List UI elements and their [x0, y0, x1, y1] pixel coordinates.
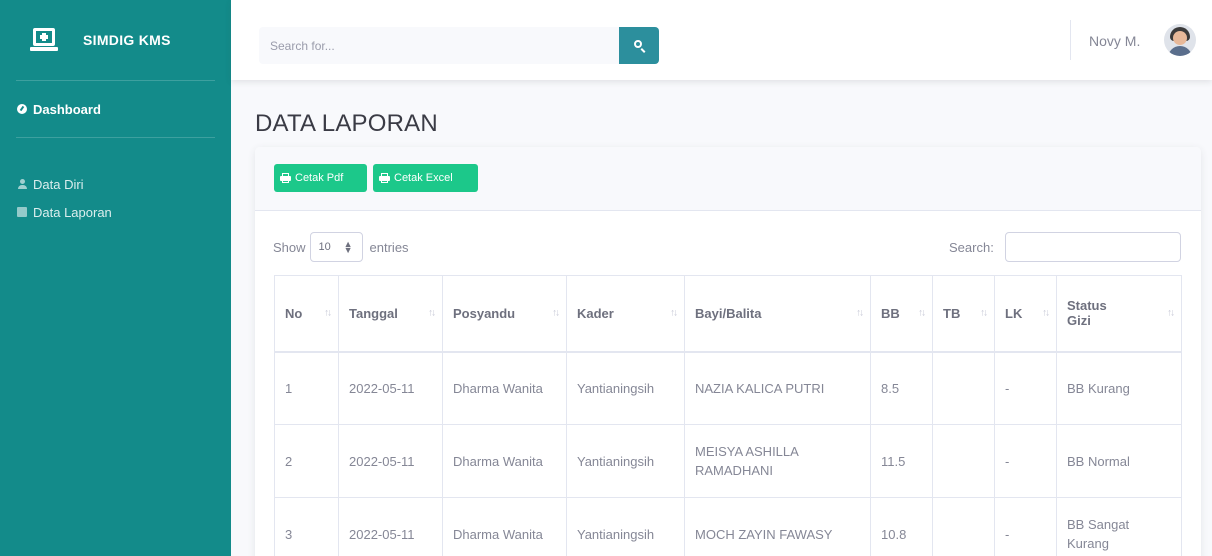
sidebar-item-dashboard[interactable]: Dashboard — [0, 81, 231, 137]
cell-no: 2 — [274, 424, 339, 498]
cell-bb: 8.5 — [870, 351, 933, 425]
cell-tb — [932, 497, 995, 556]
user-name[interactable]: Novy M. — [1089, 33, 1140, 49]
cell-lk: - — [994, 351, 1057, 425]
cell-bayi-balita: MOCH ZAYIN FAWASY — [684, 497, 871, 556]
cell-posyandu: Dharma Wanita — [442, 351, 567, 425]
search-button[interactable] — [619, 27, 659, 64]
sort-icon: ↑↓ — [918, 307, 926, 319]
cell-kader: Yantianingsih — [566, 424, 685, 498]
cell-bb: 11.5 — [870, 424, 933, 498]
cell-posyandu: Dharma Wanita — [442, 424, 567, 498]
sort-icon: ↑↓ — [670, 307, 678, 319]
col-bayi-balita[interactable]: Bayi/Balita ↑↓ — [684, 275, 871, 353]
cell-tanggal: 2022-05-11 — [338, 497, 443, 556]
print-pdf-button[interactable]: Cetak Pdf — [274, 164, 367, 192]
table-row: 3 2022-05-11 Dharma Wanita Yantianingsih… — [274, 497, 1182, 556]
cell-kader: Yantianingsih — [566, 351, 685, 425]
hospital-monitor-icon — [30, 28, 58, 52]
col-no[interactable]: No ↑↓ — [274, 275, 339, 353]
book-icon — [17, 207, 27, 217]
printer-icon — [379, 173, 390, 183]
table-row: 1 2022-05-11 Dharma Wanita Yantianingsih… — [274, 351, 1182, 425]
sort-icon: ↑↓ — [552, 307, 560, 319]
cell-lk: - — [994, 424, 1057, 498]
sidebar-item-label: Data Laporan — [33, 204, 112, 220]
sort-arrows-icon: ▲ ▼ — [343, 239, 353, 255]
print-excel-label: Cetak Excel — [394, 172, 453, 184]
cell-tanggal: 2022-05-11 — [338, 351, 443, 425]
report-table: No ↑↓ Tanggal ↑↓ Posyandu ↑↓ Kader ↑↓ Bayi/B… — [274, 275, 1182, 556]
print-pdf-label: Cetak Pdf — [295, 172, 344, 184]
dashboard-icon — [17, 104, 27, 114]
col-posyandu[interactable]: Posyandu ↑↓ — [442, 275, 567, 353]
user-icon — [17, 179, 27, 189]
cell-tb — [932, 424, 995, 498]
cell-status-gizi: BB Kurang — [1056, 351, 1182, 425]
cell-no: 1 — [274, 351, 339, 425]
cell-kader: Yantianingsih — [566, 497, 685, 556]
col-bb[interactable]: BB ↑↓ — [870, 275, 933, 353]
table-search-label: Search: — [949, 240, 994, 255]
cell-posyandu: Dharma Wanita — [442, 497, 567, 556]
sort-icon: ↑↓ — [856, 307, 864, 319]
sidebar-item-label: Data Diri — [33, 176, 84, 192]
cell-no: 3 — [274, 497, 339, 556]
search-icon — [634, 40, 642, 48]
entries-value: 10 — [318, 241, 331, 253]
cell-tanggal: 2022-05-11 — [338, 424, 443, 498]
cell-bb: 10.8 — [870, 497, 933, 556]
topbar: Novy M. — [231, 0, 1212, 80]
sort-icon: ↑↓ — [1167, 307, 1175, 319]
topbar-divider — [1070, 20, 1071, 60]
cell-tb — [932, 351, 995, 425]
col-tb[interactable]: TB ↑↓ — [932, 275, 995, 353]
cell-bayi-balita: NAZIA KALICA PUTRI — [684, 351, 871, 425]
cell-lk: - — [994, 497, 1057, 556]
entries-label: entries — [369, 239, 409, 255]
cell-status-gizi: BB Normal — [1056, 424, 1182, 498]
sort-icon: ↑↓ — [324, 307, 332, 319]
cell-bayi-balita: MEISYA ASHILLA RAMADHANI — [684, 424, 871, 498]
topbar-search — [259, 27, 659, 64]
col-lk[interactable]: LK ↑↓ — [994, 275, 1057, 353]
entries-select[interactable]: 10 ▲ ▼ — [309, 232, 363, 262]
search-input[interactable] — [259, 27, 619, 64]
printer-icon — [280, 173, 291, 183]
table-row: 2 2022-05-11 Dharma Wanita Yantianingsih… — [274, 424, 1182, 498]
table-header-row: No ↑↓ Tanggal ↑↓ Posyandu ↑↓ Kader ↑↓ Bayi/B… — [274, 275, 1182, 353]
sort-icon: ↑↓ — [1042, 307, 1050, 319]
table-search-input[interactable] — [1005, 232, 1181, 262]
col-kader[interactable]: Kader ↑↓ — [566, 275, 685, 353]
sidebar-item-label: Dashboard — [33, 101, 101, 117]
brand[interactable]: SIMDIG KMS — [0, 0, 231, 80]
brand-name: SIMDIG KMS — [83, 32, 171, 48]
sort-icon: ↑↓ — [980, 307, 988, 319]
print-excel-button[interactable]: Cetak Excel — [373, 164, 478, 192]
page-title: DATA LAPORAN — [255, 110, 438, 137]
cell-status-gizi: BB Sangat Kurang — [1056, 497, 1182, 556]
report-card: Cetak Pdf Cetak Excel Show 10 ▲ ▼ entries… — [255, 147, 1201, 556]
col-status-gizi[interactable]: Status Gizi ↑↓ — [1056, 275, 1182, 353]
entries-length: Show 10 ▲ ▼ entries — [273, 232, 409, 262]
show-label: Show — [273, 239, 306, 255]
sidebar-divider — [16, 137, 215, 138]
sort-icon: ↑↓ — [428, 307, 436, 319]
col-tanggal[interactable]: Tanggal ↑↓ — [338, 275, 443, 353]
avatar[interactable] — [1164, 24, 1196, 56]
card-header: Cetak Pdf Cetak Excel — [255, 147, 1201, 211]
sidebar: SIMDIG KMS Dashboard Data Diri Data Lapo… — [0, 0, 231, 556]
